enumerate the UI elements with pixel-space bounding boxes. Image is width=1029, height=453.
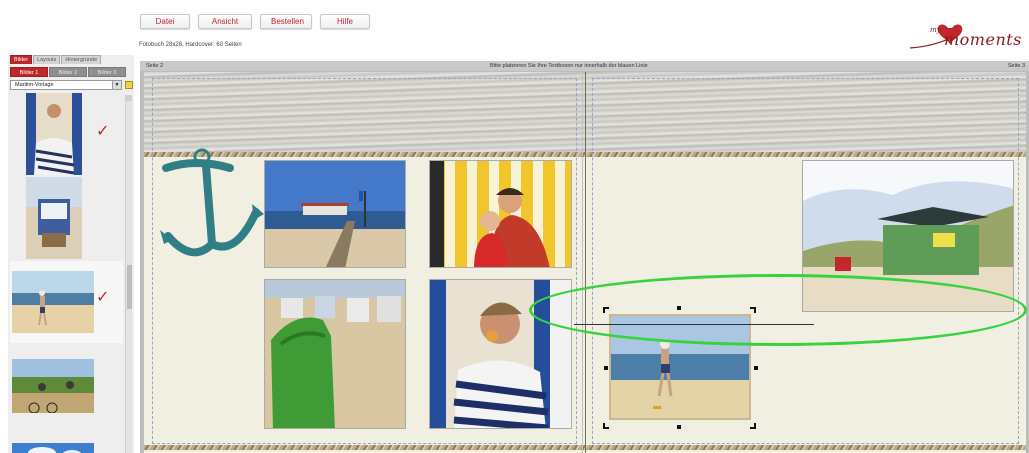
- menu-hilfe-button[interactable]: Hilfe: [320, 14, 370, 29]
- highlight-ellipse: [529, 274, 1027, 346]
- corner-handle[interactable]: [750, 423, 756, 429]
- thumbnail-item[interactable]: [10, 427, 123, 453]
- thumbnail-item[interactable]: [10, 345, 123, 425]
- photobook-editor: Datei Ansicht Bestellen Hilfe Fotobuch 2…: [0, 0, 1029, 453]
- thumbnail-item[interactable]: [10, 177, 123, 259]
- main-menu: Datei Ansicht Bestellen Hilfe: [140, 14, 370, 29]
- page-right-label: Seite 3: [1007, 63, 1025, 69]
- editor-stage: Seite 2 Bitte platzieren Sie Ihre Textbo…: [140, 61, 1029, 453]
- photo-beach-chairs[interactable]: [264, 279, 406, 429]
- tab-bilder[interactable]: Bilder: [10, 55, 33, 64]
- thumbnail-image: [12, 359, 94, 413]
- used-check-icon: ✓: [96, 287, 110, 306]
- page-gutter: [582, 72, 583, 453]
- photo-pier[interactable]: [264, 160, 406, 268]
- page-left-label: Seite 2: [146, 63, 164, 69]
- resize-handle[interactable]: [604, 366, 608, 370]
- mother-child-photo-image: [430, 161, 571, 267]
- thumbnail-image: [12, 443, 94, 453]
- scroll-up-icon[interactable]: [126, 95, 132, 101]
- thumbnail-image: [26, 93, 82, 175]
- page-bar: Seite 2 Bitte platzieren Sie Ihre Textbo…: [140, 61, 1029, 71]
- textbox-hint: Bitte platzieren Sie Ihre Textboxen nur …: [490, 63, 648, 69]
- menu-datei-button[interactable]: Datei: [140, 14, 190, 29]
- beach-chairs-photo-image: [265, 280, 405, 428]
- logo-text: moments: [944, 30, 1022, 49]
- page-fold: [585, 72, 586, 453]
- subtab-bilder-3[interactable]: Bilder 3: [88, 67, 126, 77]
- tab-layouts[interactable]: Layouts: [33, 55, 61, 64]
- photo-mother-child[interactable]: [429, 160, 572, 268]
- subtab-bilder-1[interactable]: Bilder 1: [10, 67, 48, 77]
- scrollbar-thumb[interactable]: [127, 265, 132, 309]
- template-select[interactable]: Maritim-Vorlage ▼: [10, 80, 122, 90]
- chevron-down-icon[interactable]: ▼: [112, 81, 121, 89]
- folder-icon[interactable]: [125, 81, 133, 89]
- thumbnail-image: [12, 271, 94, 333]
- menu-ansicht-button[interactable]: Ansicht: [198, 14, 252, 29]
- image-panel: Bilder Layouts Hintergründe Bilder 1 Bil…: [8, 55, 134, 453]
- panel-scrollbar[interactable]: [125, 95, 132, 453]
- subtab-bilder-2[interactable]: Bilder 2: [49, 67, 87, 77]
- thumbnail-item-selected[interactable]: ✓: [10, 261, 123, 343]
- thumbnail-item[interactable]: ✓: [10, 93, 123, 175]
- resize-handle[interactable]: [677, 425, 681, 429]
- logo-prefix: my: [930, 26, 941, 34]
- book-spread[interactable]: [144, 72, 1026, 453]
- image-subtabs: Bilder 1 Bilder 2 Bilder 3: [10, 67, 126, 77]
- used-check-icon: ✓: [96, 121, 110, 140]
- resize-handle[interactable]: [754, 366, 758, 370]
- corner-handle[interactable]: [603, 423, 609, 429]
- template-select-value: Maritim-Vorlage: [15, 82, 54, 88]
- tab-hintergruende[interactable]: Hintergründe: [61, 55, 102, 64]
- thumbnail-image: [26, 177, 82, 259]
- panel-tabs: Bilder Layouts Hintergründe: [10, 55, 102, 64]
- pier-photo-image: [265, 161, 405, 267]
- product-info: Fotobuch 28x28, Hardcover: 60 Seiten: [139, 42, 242, 48]
- menu-bestellen-button[interactable]: Bestellen: [260, 14, 312, 29]
- brand-logo: my moments: [908, 18, 1022, 54]
- anchor-icon[interactable]: [156, 144, 264, 260]
